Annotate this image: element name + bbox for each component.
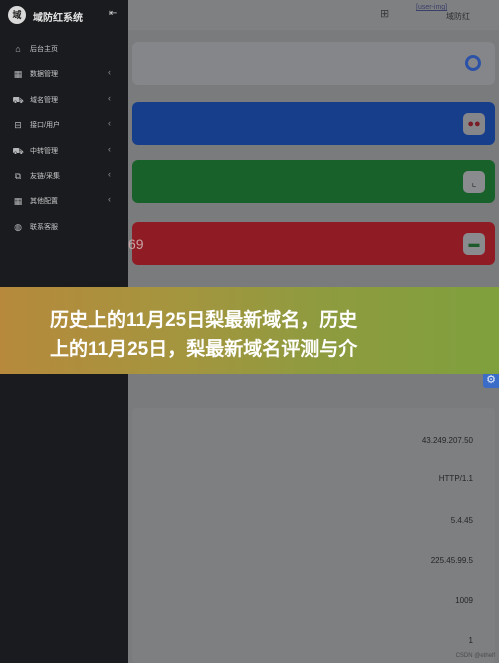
headline-line-2: 上的11月25日，梨最新域名评测与介 [50, 339, 358, 360]
top-bar: ⊞ [user-img] 域防红 [128, 0, 499, 30]
cart-icon: ⛟ [12, 95, 24, 105]
sidebar-item-label: 其他配置 [30, 198, 58, 205]
watermark: CSDN @ethelf [455, 653, 495, 659]
card-value: 69 [128, 236, 144, 252]
headline-banner: 历史上的11月25日梨最新域名，历史 上的11月25日，梨最新域名评测与介 [0, 287, 499, 374]
username-label: 域防红 [446, 12, 470, 21]
info-card-green: ⌞ [132, 160, 495, 203]
chart-icon: ⌞ [463, 171, 485, 193]
stat-value: 225.45.99.5 [430, 556, 473, 565]
sidebar-item-label: 域名管理 [30, 97, 58, 104]
logo: 域 [8, 6, 26, 24]
avatar: [user-img] [416, 4, 448, 11]
app-title: 域防红系统 [33, 13, 83, 24]
sidebar-item-other-config[interactable]: ▦ 其他配置 ‹ [0, 190, 128, 212]
plug-icon: ⊟ [14, 120, 22, 130]
sidebar-item-domains[interactable]: ⛟ 域名管理 ‹ [0, 89, 128, 111]
sidebar-item-home[interactable]: ⌂ 后台主页 [0, 38, 128, 60]
chevron-left-icon: ‹ [108, 194, 111, 204]
chevron-left-icon: ‹ [108, 169, 111, 179]
sidebar-item-relay[interactable]: ⛟ 中转管理 ‹ [0, 140, 128, 162]
brand: 域 域防红系统 ⇤ [0, 0, 128, 30]
server-info-panel: 43.249.207.50 HTTP/1.1 5.4.45 225.45.99.… [132, 408, 495, 663]
home-icon: ⌂ [15, 44, 21, 54]
wallet-icon: ▬ [463, 233, 485, 255]
chevron-left-icon: ‹ [108, 93, 111, 103]
copy-icon: ⧉ [14, 171, 22, 181]
cart-icon: ⛟ [12, 146, 24, 156]
collapse-sidebar-icon[interactable]: ⇤ [109, 8, 117, 19]
sidebar-item-label: 联系客服 [30, 224, 58, 231]
chevron-left-icon: ‹ [108, 118, 111, 128]
user-menu[interactable]: [user-img] 域防红 [416, 3, 496, 27]
sidebar-item-label: 友链/采集 [30, 173, 60, 180]
headline-line-1: 历史上的11月25日梨最新域名，历史 [50, 310, 358, 331]
stat-value: 1 [468, 636, 473, 645]
glasses-icon: ●● [463, 113, 485, 135]
sidebar-item-data[interactable]: ▦ 数据管理 ‹ [0, 63, 128, 85]
apps-grid-icon[interactable]: ⊞ [380, 8, 392, 20]
sidebar-item-links[interactable]: ⧉ 友链/采集 ‹ [0, 165, 128, 187]
chrome-icon [465, 55, 481, 71]
sidebar-item-api-users[interactable]: ⊟ 接口/用户 ‹ [0, 114, 128, 136]
stat-value: HTTP/1.1 [438, 474, 473, 483]
sidebar-item-label: 后台主页 [30, 46, 58, 53]
grid-icon: ▦ [13, 69, 23, 79]
headset-icon: ◍ [14, 222, 22, 232]
sidebar-item-label: 中转管理 [30, 148, 58, 155]
chevron-left-icon: ‹ [108, 144, 111, 154]
sidebar-item-label: 数据管理 [30, 71, 58, 78]
chevron-left-icon: ‹ [108, 67, 111, 77]
info-card-blue: ●● [132, 102, 495, 145]
info-card-red: 69 ▬ [128, 222, 495, 265]
settings-gear-icon[interactable]: ⚙ [483, 372, 499, 388]
info-card-white [132, 42, 495, 85]
stat-value: 43.249.207.50 [421, 436, 473, 445]
sidebar-item-label: 接口/用户 [30, 122, 60, 129]
stat-value: 1009 [455, 596, 473, 605]
sidebar-item-support[interactable]: ◍ 联系客服 [0, 216, 128, 238]
stat-value: 5.4.45 [450, 516, 473, 525]
grid-icon: ▦ [13, 196, 23, 206]
